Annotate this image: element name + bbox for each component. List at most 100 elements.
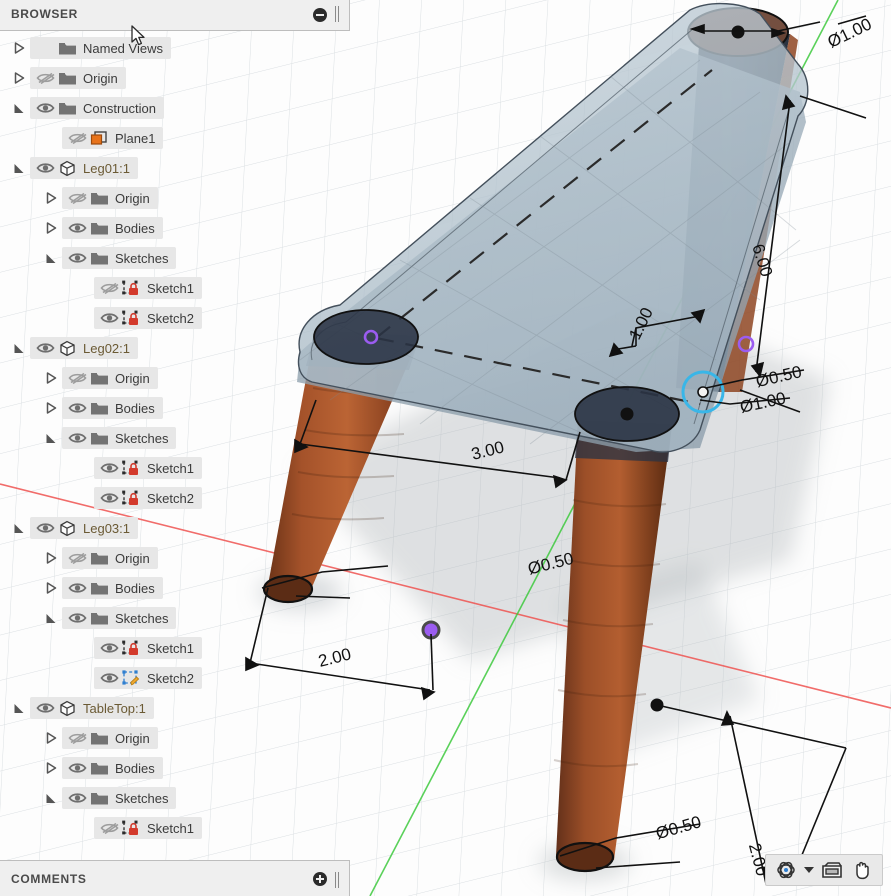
- tree-row-chip[interactable]: Sketch2: [94, 487, 202, 509]
- chevron-right-icon[interactable]: [40, 399, 62, 417]
- eye-hidden-icon[interactable]: [98, 819, 120, 837]
- tree-row-chip[interactable]: Named Views: [30, 37, 171, 59]
- tree-row-chip[interactable]: Sketch1: [94, 277, 202, 299]
- tree-row-sketch1[interactable]: Sketch1: [0, 633, 350, 663]
- tree-row-chip[interactable]: Sketches: [62, 247, 177, 269]
- tree-row-chip[interactable]: Leg03:1: [30, 517, 138, 539]
- chevron-right-icon[interactable]: [8, 69, 30, 87]
- tree-row-origin[interactable]: Origin: [0, 363, 350, 393]
- tree-row-chip[interactable]: Sketches: [62, 427, 177, 449]
- eye-hidden-icon[interactable]: [98, 279, 120, 297]
- eye-visible-icon[interactable]: [34, 99, 56, 117]
- tree-row-chip[interactable]: Origin: [30, 67, 126, 89]
- chevron-down-icon[interactable]: [8, 339, 30, 357]
- tree-row-chip[interactable]: TableTop:1: [30, 697, 154, 719]
- tree-row-chip[interactable]: Origin: [62, 547, 158, 569]
- tree-row-chip[interactable]: Construction: [30, 97, 164, 119]
- chevron-right-icon[interactable]: [8, 39, 30, 57]
- chevron-right-icon[interactable]: [40, 759, 62, 777]
- tree-row-chip[interactable]: Leg01:1: [30, 157, 138, 179]
- eye-hidden-icon[interactable]: [66, 549, 88, 567]
- drag-grip-icon[interactable]: [335, 6, 344, 22]
- tree-row-chip[interactable]: Bodies: [62, 757, 163, 779]
- chevron-right-icon[interactable]: [40, 369, 62, 387]
- tree-row-leg03-1[interactable]: Leg03:1: [0, 513, 350, 543]
- tree-row-chip[interactable]: Sketch2: [94, 307, 202, 329]
- tree-row-sketch1[interactable]: Sketch1: [0, 453, 350, 483]
- chevron-down-icon[interactable]: [8, 99, 30, 117]
- tree-row-chip[interactable]: Bodies: [62, 397, 163, 419]
- tree-row-bodies[interactable]: Bodies: [0, 393, 350, 423]
- chevron-down-icon[interactable]: [40, 429, 62, 447]
- orbit-icon[interactable]: [772, 857, 800, 883]
- tree-row-origin[interactable]: Origin: [0, 183, 350, 213]
- tree-row-chip[interactable]: Bodies: [62, 217, 163, 239]
- eye-visible-icon[interactable]: [66, 429, 88, 447]
- eye-visible-icon[interactable]: [34, 699, 56, 717]
- tree-row-origin[interactable]: Origin: [0, 543, 350, 573]
- eye-visible-icon[interactable]: [98, 639, 120, 657]
- tree-row-sketch1[interactable]: Sketch1: [0, 813, 350, 843]
- tree-row-sketch2[interactable]: Sketch2: [0, 663, 350, 693]
- tree-row-sketch1[interactable]: Sketch1: [0, 273, 350, 303]
- tree-row-chip[interactable]: Origin: [62, 727, 158, 749]
- leg01-top-disc[interactable]: [731, 25, 745, 39]
- eye-visible-icon[interactable]: [66, 579, 88, 597]
- chevron-right-icon[interactable]: [40, 729, 62, 747]
- tree-row-chip[interactable]: Sketch1: [94, 457, 202, 479]
- tree-row-chip[interactable]: Sketches: [62, 787, 177, 809]
- tree-row-named-views[interactable]: Named Views: [0, 33, 350, 63]
- eye-hidden-icon[interactable]: [66, 729, 88, 747]
- chevron-down-icon[interactable]: [40, 249, 62, 267]
- chevron-down-icon[interactable]: [40, 609, 62, 627]
- chevron-right-icon[interactable]: [40, 549, 62, 567]
- tree-row-bodies[interactable]: Bodies: [0, 573, 350, 603]
- tree-row-sketches[interactable]: Sketches: [0, 243, 350, 273]
- eye-visible-icon[interactable]: [66, 609, 88, 627]
- tree-row-sketch2[interactable]: Sketch2: [0, 303, 350, 333]
- eye-visible-icon[interactable]: [66, 789, 88, 807]
- tree-row-construction[interactable]: Construction: [0, 93, 350, 123]
- chevron-down-icon[interactable]: [8, 699, 30, 717]
- pan-hand-icon[interactable]: [848, 857, 876, 883]
- tree-row-leg02-1[interactable]: Leg02:1: [0, 333, 350, 363]
- browser-tree[interactable]: Named Views Origin Construction Plane1 Leg01…: [0, 33, 350, 843]
- eye-visible-icon[interactable]: [66, 399, 88, 417]
- tree-row-plane1[interactable]: Plane1: [0, 123, 350, 153]
- tree-row-chip[interactable]: Sketch1: [94, 817, 202, 839]
- tree-row-chip[interactable]: Sketches: [62, 607, 177, 629]
- eye-visible-icon[interactable]: [98, 309, 120, 327]
- leg02-top-disc[interactable]: [574, 386, 680, 442]
- chevron-right-icon[interactable]: [40, 579, 62, 597]
- chevron-down-icon[interactable]: [8, 519, 30, 537]
- tree-row-sketches[interactable]: Sketches: [0, 603, 350, 633]
- eye-visible-icon[interactable]: [98, 459, 120, 477]
- tree-row-sketch2[interactable]: Sketch2: [0, 483, 350, 513]
- chevron-down-icon[interactable]: [8, 159, 30, 177]
- tree-row-chip[interactable]: Sketch1: [94, 637, 202, 659]
- tree-row-chip[interactable]: Plane1: [62, 127, 164, 149]
- eye-visible-icon[interactable]: [66, 219, 88, 237]
- plus-circle-icon[interactable]: [313, 872, 327, 886]
- tree-row-bodies[interactable]: Bodies: [0, 753, 350, 783]
- tree-row-chip[interactable]: Bodies: [62, 577, 163, 599]
- tree-row-leg01-1[interactable]: Leg01:1: [0, 153, 350, 183]
- tree-row-tabletop-1[interactable]: TableTop:1: [0, 693, 350, 723]
- eye-visible-icon[interactable]: [34, 159, 56, 177]
- eye-visible-icon[interactable]: [66, 759, 88, 777]
- eye-visible-icon[interactable]: [34, 519, 56, 537]
- tree-row-bodies[interactable]: Bodies: [0, 213, 350, 243]
- tree-row-chip[interactable]: Origin: [62, 367, 158, 389]
- chevron-right-icon[interactable]: [40, 189, 62, 207]
- tree-row-chip[interactable]: Sketch2: [94, 667, 202, 689]
- tree-row-sketches[interactable]: Sketches: [0, 783, 350, 813]
- eye-visible-icon[interactable]: [34, 339, 56, 357]
- tree-row-chip[interactable]: Origin: [62, 187, 158, 209]
- drag-grip-icon[interactable]: [335, 872, 344, 888]
- eye-hidden-icon[interactable]: [66, 369, 88, 387]
- eye-visible-icon[interactable]: [66, 249, 88, 267]
- tree-row-chip[interactable]: Leg02:1: [30, 337, 138, 359]
- eye-hidden-icon[interactable]: [66, 189, 88, 207]
- chevron-down-icon[interactable]: [802, 857, 816, 883]
- eye-visible-icon[interactable]: [98, 669, 120, 687]
